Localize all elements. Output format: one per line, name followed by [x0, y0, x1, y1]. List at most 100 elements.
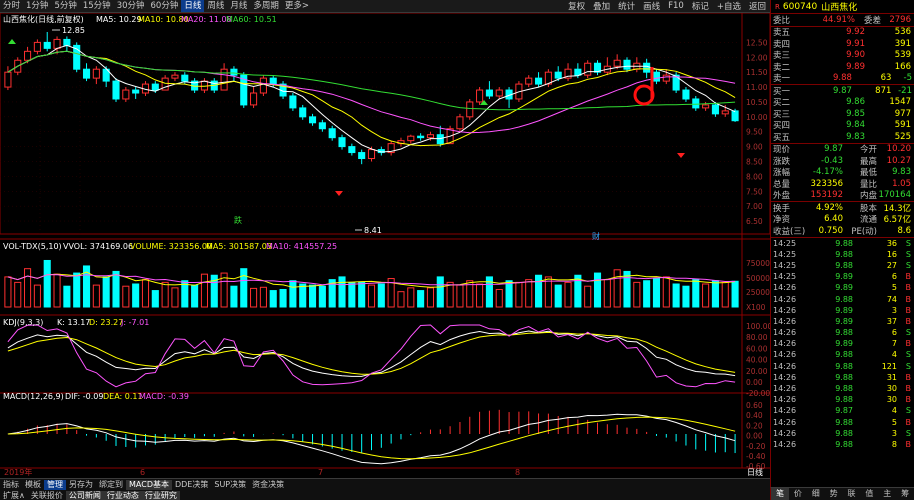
tab-more[interactable]: 更多> — [282, 0, 312, 12]
tick-row[interactable]: 14:26 9.88 5 B — [771, 417, 914, 428]
tick-row[interactable]: 14:25 9.88 36 S — [771, 238, 914, 249]
tick-price: 9.88 — [835, 328, 853, 338]
volume-bar — [92, 284, 100, 308]
tick-time: 14:25 — [773, 249, 797, 259]
info-tab-row: 扩展∧ 关联报价 公司新闻 行业动态 行业研究 — [0, 490, 770, 500]
bid-level-row[interactable]: 买五 9.83 525 — [771, 131, 914, 143]
ask-level-row[interactable]: 卖四 9.91 391 — [771, 38, 914, 50]
tick-time: 14:26 — [773, 372, 797, 382]
tab-dde[interactable]: DDE决策 — [172, 480, 211, 490]
tick-time: 14:26 — [773, 417, 797, 427]
chart-canvas[interactable]: 12.50 12.00 11.50 11.00 10.50 10.00 9.50 9.00 8.… — [0, 13, 770, 487]
ask-level-row[interactable]: 卖二 9.89 166 — [771, 61, 914, 73]
tick-row[interactable]: 14:25 9.89 6 B — [771, 271, 914, 282]
bid-volume: 977 — [894, 108, 911, 119]
tick-time: 14:26 — [773, 305, 797, 315]
tab-value[interactable]: 值 — [860, 488, 878, 500]
tab-30min[interactable]: 30分钟 — [114, 0, 148, 12]
ask-level-row[interactable]: 卖一 9.88 63 -5 — [771, 73, 914, 84]
volume-bar — [505, 280, 513, 308]
tab-trend[interactable]: 势 — [825, 488, 843, 500]
tick-row[interactable]: 14:26 9.88 121 S — [771, 361, 914, 372]
tab-5min[interactable]: 5分钟 — [51, 0, 79, 12]
stat-value: 9.83 — [892, 167, 911, 178]
period-toolbar: 分时 1分钟 5分钟 15分钟 30分钟 60分钟 日线 周线 月线 多周期 更… — [0, 0, 770, 13]
tick-row[interactable]: 14:26 9.88 4 S — [771, 349, 914, 360]
tick-row[interactable]: 14:26 9.88 31 B — [771, 372, 914, 383]
tab-sup[interactable]: SUP决策 — [211, 480, 249, 490]
tick-direction: B — [905, 339, 912, 349]
tab-industry-news[interactable]: 行业动态 — [103, 490, 142, 500]
tick-row[interactable]: 14:26 9.89 7 B — [771, 338, 914, 349]
f10-button[interactable]: F10 — [664, 1, 688, 11]
tab-industry-research[interactable]: 行业研究 — [141, 490, 180, 500]
tick-row[interactable]: 14:26 9.89 3 B — [771, 305, 914, 316]
tab-chips[interactable]: 筹 — [896, 488, 914, 500]
fund-value: 6.57亿 — [883, 215, 911, 226]
stats-row: 总量 323356 量比 1.05 — [771, 178, 914, 190]
tick-row[interactable]: 14:26 9.89 5 B — [771, 282, 914, 293]
tick-row[interactable]: 14:26 9.88 8 B — [771, 439, 914, 450]
tab-fenshi[interactable]: 分时 — [0, 0, 23, 12]
ask-level-row[interactable]: 卖三 9.90 539 — [771, 50, 914, 61]
tab-bind[interactable]: 绑定到 — [96, 480, 126, 490]
tab-indicator[interactable]: 指标 — [0, 480, 22, 490]
tick-direction: B — [905, 283, 912, 293]
ask-level-row[interactable]: 卖五 9.92 536 — [771, 27, 914, 38]
tick-time: 14:26 — [773, 395, 797, 405]
tick-time: 14:26 — [773, 361, 797, 371]
tab-price[interactable]: 价 — [789, 488, 807, 500]
mark-button[interactable]: 标记 — [688, 0, 713, 12]
candle-body — [112, 80, 120, 100]
back-button[interactable]: 返回 — [745, 0, 770, 12]
tab-15min[interactable]: 15分钟 — [80, 0, 114, 12]
tab-save-as[interactable]: 另存为 — [66, 480, 96, 490]
volume-bar — [289, 280, 297, 308]
tab-detail[interactable]: 细 — [807, 488, 825, 500]
restore-right-button[interactable]: 复权 — [564, 0, 589, 12]
stat-label: 最高 — [859, 156, 877, 167]
volume-bar — [24, 268, 32, 308]
tick-row[interactable]: 14:26 9.88 6 S — [771, 327, 914, 338]
tab-company-news[interactable]: 公司新闻 — [65, 490, 104, 500]
tick-row[interactable]: 14:26 9.87 4 S — [771, 405, 914, 416]
tab-template[interactable]: 模板 — [22, 480, 44, 490]
bid-price: 9.87 — [833, 85, 852, 96]
tick-row[interactable]: 14:25 9.88 16 S — [771, 249, 914, 260]
tick-row[interactable]: 14:25 9.88 27 S — [771, 260, 914, 271]
tab-related-quote[interactable]: 关联报价 — [28, 491, 66, 500]
tab-60min[interactable]: 60分钟 — [148, 0, 182, 12]
add-favorite-button[interactable]: +自选 — [713, 0, 745, 12]
draw-line-button[interactable]: 画线 — [639, 0, 664, 12]
tab-1min[interactable]: 1分钟 — [23, 0, 51, 12]
price-tick-label: 7.50 — [746, 187, 763, 196]
tab-fund-decision[interactable]: 资金决策 — [249, 480, 287, 490]
chart-area[interactable]: 12.50 12.00 11.50 11.00 10.50 10.00 9.50 9.00 8.… — [0, 13, 770, 487]
bid-level-row[interactable]: 买四 9.84 591 — [771, 120, 914, 131]
macd-tick-label: 0.00 — [746, 432, 763, 441]
tab-ticks[interactable]: 笔 — [771, 488, 789, 500]
tick-row[interactable]: 14:26 9.89 37 B — [771, 316, 914, 327]
bid-level-row[interactable]: 买三 9.85 977 — [771, 108, 914, 120]
tab-monthly[interactable]: 月线 — [227, 0, 250, 12]
tick-row[interactable]: 14:26 9.88 30 B — [771, 383, 914, 394]
overlay-button[interactable]: 叠加 — [589, 0, 614, 12]
tick-list[interactable]: 14:25 9.88 36 S 14:25 9.88 16 S 14:25 9.88 27 S 14:2… — [771, 238, 914, 451]
bid-level-row[interactable]: 买一 9.87 871 -21 — [771, 85, 914, 97]
tick-row[interactable]: 14:26 9.88 3 S — [771, 428, 914, 439]
candle-body — [92, 68, 100, 79]
tab-daily[interactable]: 日线 — [181, 0, 205, 12]
tab-macd-basic[interactable]: MACD基本 — [126, 479, 172, 490]
tab-link[interactable]: 联 — [843, 488, 861, 500]
tab-manage[interactable]: 管理 — [44, 479, 66, 490]
tab-weekly[interactable]: 周线 — [204, 0, 227, 12]
bid-level-row[interactable]: 买二 9.86 1547 — [771, 97, 914, 108]
candle-body — [122, 89, 130, 100]
tick-row[interactable]: 14:26 9.88 30 B — [771, 394, 914, 405]
tab-main[interactable]: 主 — [878, 488, 896, 500]
date-axis-label: 7 — [318, 468, 323, 477]
tab-expand[interactable]: 扩展∧ — [0, 491, 28, 500]
tab-multi-period[interactable]: 多周期 — [250, 0, 282, 12]
tick-row[interactable]: 14:26 9.88 74 B — [771, 293, 914, 304]
stats-button[interactable]: 统计 — [614, 0, 639, 12]
